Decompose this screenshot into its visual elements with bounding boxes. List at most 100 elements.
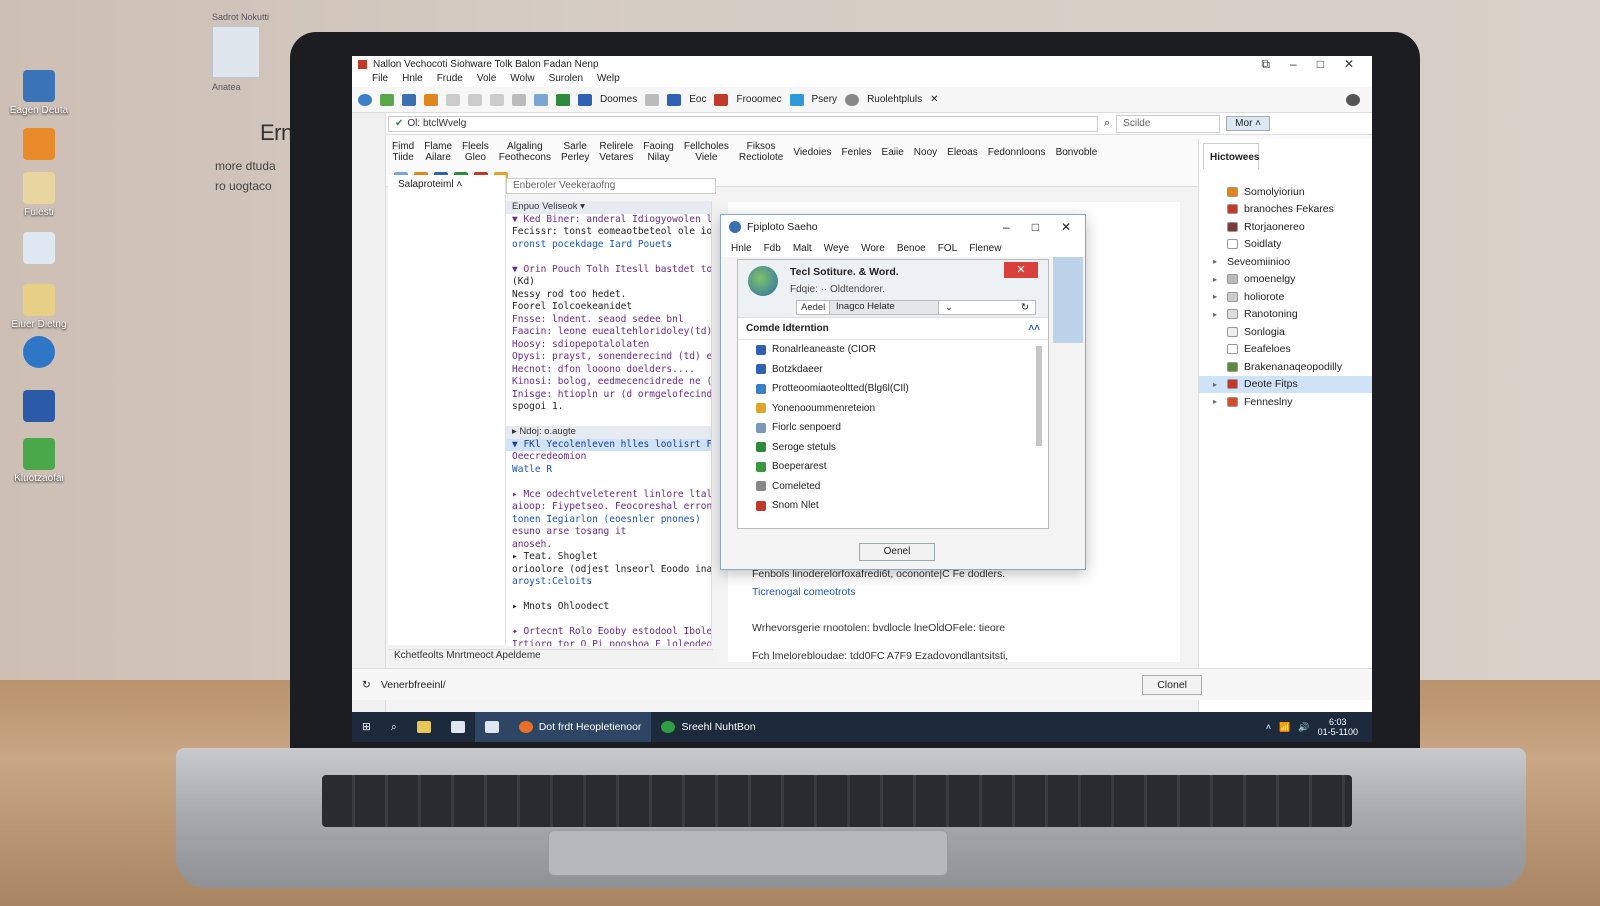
bookmark-icon[interactable] bbox=[578, 93, 592, 106]
dialog-menu-item[interactable]: FOL bbox=[938, 243, 957, 254]
tree-item[interactable]: Brakenanaqeopodilly bbox=[1199, 358, 1372, 376]
ribbon-group[interactable]: Relirele Vetares bbox=[599, 141, 633, 163]
ribbon-item[interactable]: Eaiie bbox=[882, 147, 904, 158]
code-line[interactable]: (Kd) bbox=[506, 276, 711, 289]
chevron-up-icon[interactable]: ˄ bbox=[1266, 722, 1271, 732]
option-row[interactable]: Boeperarest bbox=[738, 457, 1048, 477]
menu-item[interactable]: File bbox=[372, 73, 388, 87]
code-line[interactable]: anoseh. bbox=[506, 539, 711, 552]
code-line[interactable]: Foorel Iolcoekeanidet bbox=[506, 301, 711, 314]
maximize-icon[interactable]: □ bbox=[1032, 220, 1039, 234]
code-line[interactable]: Hoosy: sdiopepotalolaten bbox=[506, 339, 711, 352]
chevron-right-icon[interactable]: ▸ bbox=[1213, 292, 1221, 301]
search-icon[interactable]: ⌕ bbox=[1104, 117, 1110, 130]
code-line[interactable]: ▼ FKl Yecolenleven hlles loolisrt Finted bbox=[506, 438, 711, 451]
dialog-menu-item[interactable]: Fdb bbox=[764, 243, 781, 254]
taskbar-notes[interactable] bbox=[441, 712, 475, 742]
taskbar-window[interactable]: Sreehl NuhtBon bbox=[651, 712, 765, 742]
back-icon[interactable] bbox=[358, 93, 372, 106]
code-line[interactable] bbox=[506, 251, 711, 264]
refresh-icon[interactable]: ↻ bbox=[1021, 302, 1035, 313]
menu-item[interactable]: Hnle bbox=[402, 73, 423, 87]
code-line[interactable]: aioop: Fiypetseo. Feocoreshal erronhena bbox=[506, 501, 711, 514]
option-row[interactable]: Seroge stetuls bbox=[738, 438, 1048, 458]
ribbon-item[interactable]: Bonvoble bbox=[1056, 147, 1098, 158]
desktop-icon[interactable] bbox=[4, 232, 74, 267]
ribbon-group[interactable]: Fiksos Rectiolote bbox=[739, 141, 783, 163]
ribbon-group[interactable]: Flame Ailare bbox=[424, 141, 452, 163]
dialog-menu-item[interactable]: Wore bbox=[861, 243, 885, 254]
ribbon-group[interactable]: Fellcholes Viele bbox=[684, 141, 729, 163]
search-input[interactable]: Scilde bbox=[1116, 114, 1221, 133]
collapse-icon[interactable]: ˄˄ bbox=[1028, 323, 1048, 334]
chevron-right-icon[interactable]: ▸ bbox=[1213, 275, 1221, 284]
code-line[interactable]: tonen Iegiarlon (eoesnler pnones) bbox=[506, 514, 711, 527]
tree-item[interactable]: ▸ Seveomiinioo bbox=[1199, 253, 1372, 271]
tree-item[interactable]: ▸ Fenneslny bbox=[1199, 393, 1372, 411]
code-line[interactable]: ▼ Orin Pouch Tolh Itesll bastdet toye( bbox=[506, 264, 711, 277]
menu-item[interactable]: Welp bbox=[597, 73, 620, 87]
dialog-menu-item[interactable]: Benoe bbox=[897, 243, 926, 254]
code-line[interactable] bbox=[506, 476, 711, 489]
tree-item[interactable]: ▸ Ranotoning bbox=[1199, 306, 1372, 324]
gear-icon[interactable] bbox=[1346, 93, 1360, 106]
toolbar-label[interactable]: Frooomec bbox=[736, 94, 781, 105]
tree-item[interactable]: ▸ holiorote bbox=[1199, 288, 1372, 306]
tree-item[interactable]: ▸ omoenelgy bbox=[1199, 271, 1372, 289]
code-header[interactable]: Enpuo Veliseok ▾ bbox=[506, 201, 711, 214]
tree-item[interactable]: Rtorjaonereo bbox=[1199, 218, 1372, 236]
chevron-right-icon[interactable]: ▸ bbox=[1213, 257, 1221, 266]
search-menu-button[interactable]: Mor ˄ bbox=[1226, 116, 1271, 131]
format-icon[interactable] bbox=[667, 93, 682, 106]
ribbon-group[interactable]: Fimd Tiide bbox=[392, 141, 414, 163]
chart-icon[interactable] bbox=[556, 93, 570, 106]
toolbar-label[interactable]: Doomes bbox=[600, 94, 637, 105]
paste-icon[interactable] bbox=[490, 93, 504, 106]
code-line[interactable] bbox=[506, 614, 711, 627]
edit-icon[interactable] bbox=[645, 93, 660, 106]
option-row[interactable]: Yonenooummenreteion bbox=[738, 399, 1048, 419]
taskbar-search[interactable]: ⌕ bbox=[381, 712, 407, 742]
toolbar-label[interactable]: Psery bbox=[812, 94, 838, 105]
option-row[interactable]: Fiorlc senpoerd bbox=[738, 418, 1048, 438]
option-row[interactable]: Comeleted bbox=[738, 477, 1048, 497]
start-button[interactable]: ⊞ bbox=[352, 712, 381, 742]
code-line[interactable]: ▼ Ked Biner: anderal Idiogyowolen le? bbox=[506, 214, 711, 227]
network-icon[interactable]: 📶 bbox=[1279, 722, 1290, 733]
option-row[interactable]: Snom Nlet bbox=[738, 496, 1048, 516]
code-line[interactable]: Oeecredeomion bbox=[506, 451, 711, 464]
cancel-button[interactable]: Oenel bbox=[859, 543, 935, 561]
dialog-menu-item[interactable]: Weye bbox=[824, 243, 849, 254]
copy-icon[interactable] bbox=[468, 93, 482, 106]
desktop-icon[interactable] bbox=[4, 390, 74, 425]
home-icon[interactable] bbox=[512, 93, 526, 106]
ribbon-item[interactable]: Nooy bbox=[914, 147, 937, 158]
desktop-icon[interactable]: Eiuer Dietng bbox=[4, 284, 74, 330]
code-line[interactable]: oronst pocekdage Iard Pouets bbox=[506, 239, 711, 252]
code-line[interactable] bbox=[506, 414, 711, 427]
dialog-menu-item[interactable]: Flenew bbox=[969, 243, 1001, 254]
maximize-icon[interactable]: □ bbox=[1317, 57, 1324, 72]
right-panel-tab[interactable]: Hictowees bbox=[1203, 143, 1259, 169]
chevron-right-icon[interactable]: ▸ bbox=[1213, 380, 1221, 389]
tree-item[interactable]: Sonlogia bbox=[1199, 323, 1372, 341]
ribbon-group[interactable]: Fleels Gleo bbox=[462, 141, 489, 163]
dialog-select[interactable]: Aedel Inagco Helate ⌄ ↻ bbox=[796, 300, 1036, 315]
code-line[interactable]: Nessy rod too hedet. bbox=[506, 289, 711, 302]
toolbar-label[interactable]: Eoc bbox=[689, 94, 706, 105]
menu-item[interactable]: Wolw bbox=[510, 73, 534, 87]
refresh-icon[interactable]: ↻ bbox=[362, 679, 371, 691]
menu-item[interactable]: Surolen bbox=[549, 73, 583, 87]
code-line[interactable]: Kinosi: bolog, eedmecencidrede ne ((e) c… bbox=[506, 376, 711, 389]
close-icon[interactable]: ✕ bbox=[1004, 262, 1038, 278]
new-icon[interactable] bbox=[380, 93, 394, 106]
close-icon[interactable]: ✕ bbox=[1344, 57, 1354, 72]
code-line[interactable]: Fecissr: tonst eomeaotbeteol ole ioletio… bbox=[506, 226, 711, 239]
toolbar-label[interactable]: Ruolehtpluls bbox=[867, 94, 922, 105]
scrollbar[interactable] bbox=[1036, 346, 1042, 446]
filter-input[interactable]: Enberoler Veekeraofng bbox=[506, 178, 716, 194]
code-line[interactable]: ▸ Teat. Shoglet bbox=[506, 551, 711, 564]
code-line[interactable]: Hecnot: dfon looono doelders.... bbox=[506, 364, 711, 377]
tree-item[interactable]: ▸ Deote Fitps bbox=[1199, 375, 1372, 393]
close-icon[interactable]: ✕ bbox=[1061, 220, 1071, 234]
